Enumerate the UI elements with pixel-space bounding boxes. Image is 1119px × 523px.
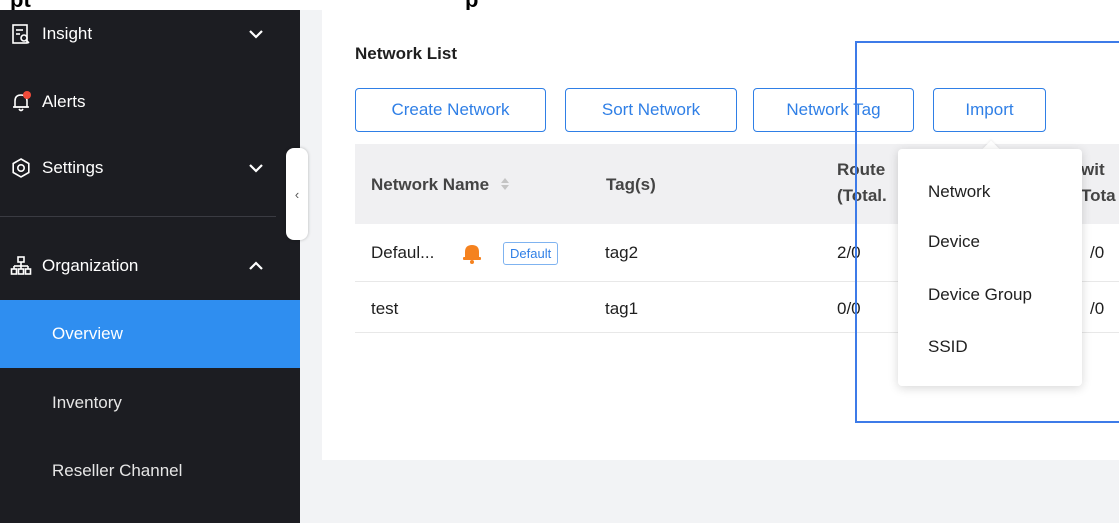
clipped-heading-text: pt (10, 0, 31, 10)
network-name-cell[interactable]: test (371, 299, 398, 319)
column-header-network-name[interactable]: Network Name (371, 175, 510, 195)
sidebar-item-settings[interactable]: Settings (0, 134, 300, 202)
column-header-switches-line2: Tota (1081, 186, 1116, 205)
bell-icon (13, 91, 31, 112)
chevron-down-icon[interactable] (246, 24, 266, 44)
sidebar-item-label: Insight (42, 24, 93, 43)
import-dropdown-menu: Network Device Device Group SSID (898, 149, 1082, 386)
column-header-switches-line1: wit (1081, 160, 1105, 179)
column-header-routers-line2: (Total. (837, 186, 887, 205)
sidebar-item-inventory[interactable]: Inventory (0, 369, 300, 437)
gear-icon (12, 158, 30, 178)
sidebar-item-label: Reseller Channel (52, 461, 183, 480)
sidebar-item-insight[interactable]: Insight (0, 0, 300, 68)
top-strip: pt p (0, 0, 1119, 10)
switches-cell: /0 (1090, 243, 1105, 262)
switches-cell: /0 (1090, 299, 1105, 318)
chevron-up-icon[interactable] (246, 256, 266, 276)
page-title: Network List (355, 44, 458, 63)
default-badge: Default (503, 242, 559, 265)
tag-cell: tag2 (605, 243, 639, 262)
tag-cell: tag1 (605, 299, 639, 318)
sort-icon[interactable] (500, 177, 510, 191)
sidebar-item-reseller-channel[interactable]: Reseller Channel (0, 437, 300, 505)
create-network-button[interactable]: Create Network (355, 88, 546, 132)
sidebar-item-organization[interactable]: Organization (0, 232, 300, 300)
sidebar-item-label: Organization (42, 256, 139, 275)
network-tag-button[interactable]: Network Tag (753, 88, 914, 132)
routers-cell: 2/0 (837, 243, 861, 262)
sidebar-item-label: Inventory (52, 393, 122, 412)
menu-item-ssid[interactable]: SSID (928, 337, 968, 357)
sidebar-item-label: Settings (42, 158, 104, 177)
menu-item-network[interactable]: Network (928, 182, 990, 202)
import-button[interactable]: Import (933, 88, 1046, 132)
chevron-left-icon: ‹ (294, 186, 300, 202)
menu-item-device[interactable]: Device (928, 232, 980, 252)
org-tree-icon (10, 256, 32, 275)
column-header-tags: Tag(s) (606, 175, 656, 194)
clipped-heading-text: p (465, 0, 478, 10)
notification-dot (23, 91, 31, 99)
alert-bell-icon (463, 245, 481, 264)
routers-cell: 0/0 (837, 299, 861, 318)
sidebar-item-alerts[interactable]: Alerts (0, 68, 300, 136)
sidebar-divider (0, 216, 276, 217)
insight-icon (12, 24, 30, 44)
sidebar-collapse-button[interactable]: ‹ (286, 148, 308, 240)
column-header-routers-line1: Route (837, 160, 886, 179)
network-name-cell[interactable]: Defaul... (371, 243, 434, 263)
sidebar-item-overview[interactable]: Overview (0, 300, 300, 368)
chevron-down-icon[interactable] (246, 158, 266, 178)
sidebar-item-label: Overview (52, 324, 123, 343)
menu-item-device-group[interactable]: Device Group (928, 285, 1032, 305)
sort-network-button[interactable]: Sort Network (565, 88, 737, 132)
sidebar-item-label: Alerts (42, 92, 86, 111)
sidebar: Insight Alerts Settings Organization Ove… (0, 0, 300, 523)
